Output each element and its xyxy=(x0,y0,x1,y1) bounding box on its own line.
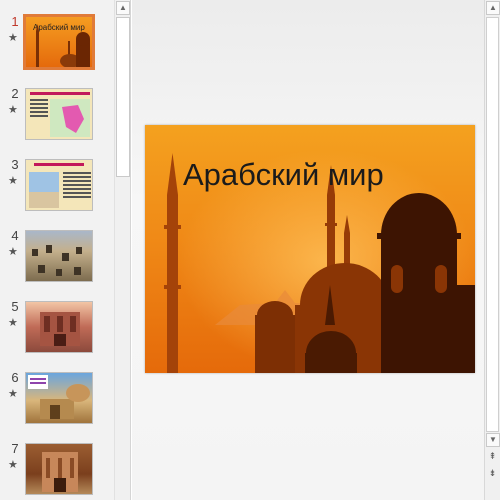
slide-title[interactable]: Арабский мир xyxy=(183,157,384,193)
animation-star-icon: ★ xyxy=(8,175,18,187)
map-slide-graphic xyxy=(30,92,90,137)
slide-thumbnail[interactable] xyxy=(25,301,93,353)
current-slide[interactable]: Арабский мир xyxy=(145,125,475,373)
animation-star-icon: ★ xyxy=(8,246,18,258)
animation-star-icon: ★ xyxy=(8,104,18,116)
text-photo-slide-graphic xyxy=(29,163,91,208)
slide-thumbnail[interactable] xyxy=(25,443,93,495)
mosque-silhouette-graphic xyxy=(36,24,90,67)
slide-thumbnail-row[interactable]: 2 ★ xyxy=(0,86,114,146)
previous-slide-button[interactable]: ⇞ xyxy=(485,449,500,463)
slide-number: 5 xyxy=(11,299,19,314)
thumbnail-scrollbar[interactable]: ▲ xyxy=(114,0,131,500)
slide-number: 4 xyxy=(11,228,19,243)
treasury-facade-photo xyxy=(42,452,78,492)
animation-star-icon: ★ xyxy=(8,32,18,44)
scrollbar-thumb[interactable] xyxy=(486,17,499,432)
rock-dwellings-photo xyxy=(32,245,82,276)
slide-scrollbar[interactable]: ▲ ▼ ⇞ ⇟ xyxy=(484,0,500,500)
slide-thumbnail[interactable] xyxy=(25,372,93,424)
slide-thumbnail-row[interactable]: 5 ★ xyxy=(0,299,114,359)
slide-thumbnail[interactable] xyxy=(25,230,93,282)
slide-thumbnail-row[interactable]: 4 ★ xyxy=(0,228,114,288)
slide-thumbnail-row[interactable]: 6 ★ xyxy=(0,370,114,430)
scroll-down-button[interactable]: ▼ xyxy=(486,433,500,447)
slide-number: 2 xyxy=(11,86,19,101)
slide-number: 3 xyxy=(11,157,19,172)
presentation-editor: 1 ★ Арабский мир 2 ★ 3 ★ 4 ★ 5 ★ 6 ★ 7 ★… xyxy=(0,0,500,500)
scroll-up-button[interactable]: ▲ xyxy=(116,1,130,15)
scroll-up-button[interactable]: ▲ xyxy=(486,1,500,15)
animation-star-icon: ★ xyxy=(8,317,18,329)
slide-edit-area: Арабский мир xyxy=(132,0,484,500)
slide-thumbnail[interactable]: Арабский мир xyxy=(23,14,95,70)
slide-thumbnail[interactable] xyxy=(25,159,93,211)
slide-thumbnail[interactable] xyxy=(25,88,93,140)
slide-number: 7 xyxy=(11,441,19,456)
scrollbar-thumb[interactable] xyxy=(116,17,130,177)
slide-thumbnail-row[interactable]: 7 ★ xyxy=(0,441,114,500)
slide-thumbnail-row[interactable]: 3 ★ xyxy=(0,157,114,217)
animation-star-icon: ★ xyxy=(8,388,18,400)
desert-tomb-photo xyxy=(28,375,90,419)
slide-number: 1 xyxy=(11,14,19,29)
slide-thumbnail-row[interactable]: 1 ★ Арабский мир xyxy=(0,14,114,74)
slide-thumbnail-pane: 1 ★ Арабский мир 2 ★ 3 ★ 4 ★ 5 ★ 6 ★ 7 ★ xyxy=(0,0,114,500)
next-slide-button[interactable]: ⇟ xyxy=(485,466,500,480)
slide-number: 6 xyxy=(11,370,19,385)
animation-star-icon: ★ xyxy=(8,459,18,471)
carved-facade-photo xyxy=(40,312,80,346)
